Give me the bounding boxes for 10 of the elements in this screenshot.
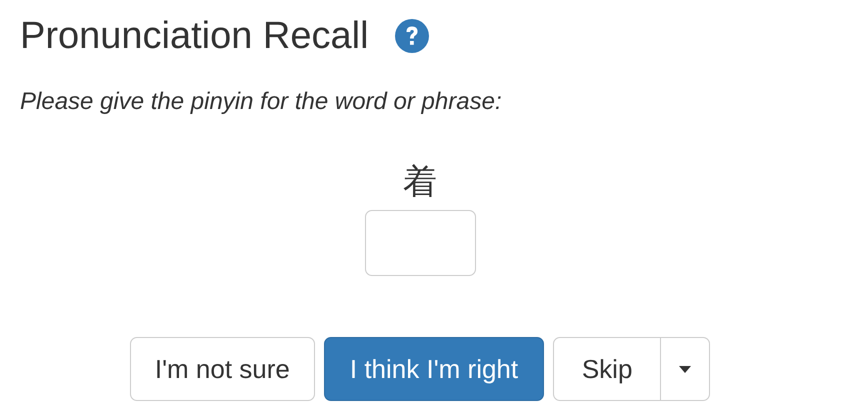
- caret-icon: [679, 366, 692, 372]
- skip-button[interactable]: Skip: [553, 337, 662, 401]
- unsure-button[interactable]: I'm not sure: [130, 337, 315, 401]
- dropdown-toggle[interactable]: [661, 337, 710, 401]
- confirm-button[interactable]: I think I'm right: [324, 337, 544, 401]
- chinese-word: 着: [403, 162, 437, 202]
- answer-field[interactable]: [364, 210, 476, 276]
- prompt-text: Please give the pinyin for the word or phrase:: [20, 88, 503, 116]
- help-icon[interactable]: [394, 19, 429, 53]
- page-title: Pronunciation Recall: [20, 14, 369, 58]
